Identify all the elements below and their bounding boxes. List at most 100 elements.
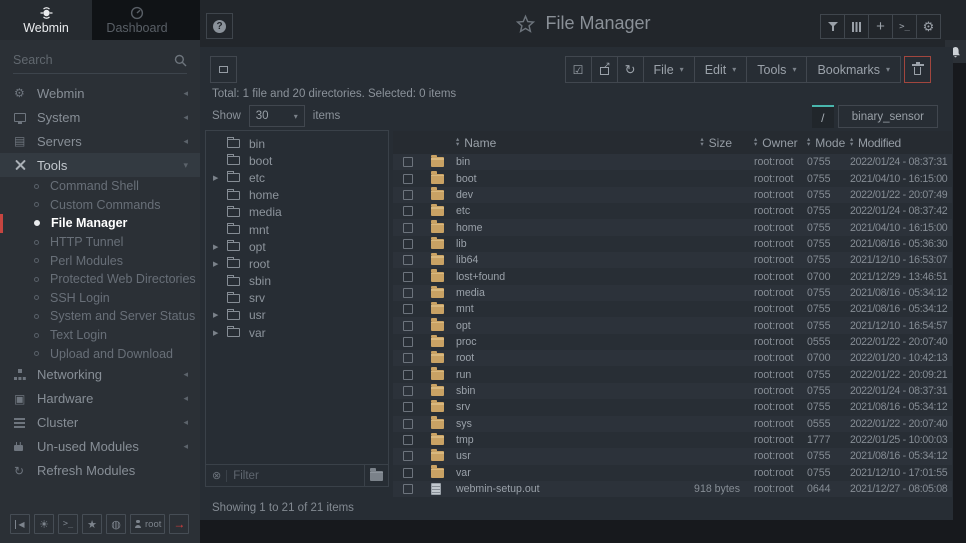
sidebar-item-refresh-modules[interactable]: ↻ Refresh Modules [0,459,200,483]
file-name[interactable]: proc [456,336,664,348]
paste-export-button[interactable] [591,56,618,83]
file-name[interactable]: lost+found [456,271,664,283]
sidebar-item-system-and-server-status[interactable]: System and Server Status [0,307,200,326]
expand-arrow-icon[interactable]: ▶ [213,260,227,268]
row-checkbox[interactable] [403,223,413,233]
file-name[interactable]: var [456,467,664,479]
menu-bookmarks[interactable]: Bookmarks▾ [806,56,901,83]
theme-brightness-button[interactable]: ☀ [34,514,54,534]
row-checkbox[interactable] [403,206,413,216]
row-checkbox[interactable] [403,272,413,282]
file-name[interactable]: boot [456,173,664,185]
sidebar-item-system[interactable]: System ◂ [0,105,200,129]
select-all-button[interactable]: ☑ [565,56,592,83]
sidebar-item-text-login[interactable]: Text Login [0,326,200,345]
table-row[interactable]: optroot:root07552021/12/10 - 16:54:57 [393,317,952,333]
row-checkbox[interactable] [403,386,413,396]
row-checkbox[interactable] [403,402,413,412]
settings-button[interactable]: ⚙ [916,14,941,39]
row-checkbox[interactable] [403,370,413,380]
menu-file[interactable]: File▾ [643,56,695,83]
table-row[interactable]: libroot:root07552021/08/16 - 05:36:30 [393,236,952,252]
sidebar-item-webmin[interactable]: ⚙ Webmin ◂ [0,81,200,105]
tab-webmin[interactable]: Webmin [0,0,92,40]
row-checkbox[interactable] [403,288,413,298]
row-checkbox[interactable] [403,468,413,478]
file-name[interactable]: sbin [456,385,664,397]
favorites-button[interactable]: ★ [82,514,102,534]
tree-item[interactable]: ▶root [206,255,388,272]
tree-item[interactable]: media [206,204,388,221]
collapse-sidebar-button[interactable]: ◀ [10,514,30,534]
tree-filter-input[interactable] [233,470,364,482]
tree-item[interactable]: ▶opt [206,238,388,255]
search-input[interactable] [13,53,174,67]
table-row[interactable]: sbinroot:root07552022/01/24 - 08:37:31 [393,383,952,399]
tree-item[interactable]: ▶var [206,324,388,341]
file-name[interactable]: root [456,352,664,364]
row-checkbox[interactable] [403,255,413,265]
file-name[interactable]: home [456,222,664,234]
sidebar-item-ssh-login[interactable]: SSH Login [0,289,200,308]
row-checkbox[interactable] [403,321,413,331]
row-checkbox[interactable] [403,419,413,429]
sidebar-item-tools[interactable]: Tools ▾ [0,153,200,177]
table-row[interactable]: varroot:root07552021/12/10 - 17:01:55 [393,465,952,481]
column-header-size[interactable]: ▴▾Size [664,136,754,150]
filter-button[interactable] [820,14,845,39]
table-row[interactable]: rootroot:root07002022/01/20 - 10:42:13 [393,350,952,366]
tree-item[interactable]: boot [206,152,388,169]
breadcrumb-root[interactable]: / [812,105,834,128]
expand-arrow-icon[interactable]: ▶ [213,311,227,319]
expand-arrow-icon[interactable]: ▶ [213,243,227,251]
tree-item[interactable]: bin [206,135,388,152]
table-row[interactable]: runroot:root07552022/01/22 - 20:09:21 [393,366,952,382]
file-name[interactable]: usr [456,450,664,462]
table-row[interactable]: devroot:root07552022/01/22 - 20:07:49 [393,187,952,203]
file-name[interactable]: srv [456,401,664,413]
menu-edit[interactable]: Edit▾ [694,56,748,83]
tab-dashboard[interactable]: Dashboard [92,0,182,40]
sidebar-item-cluster[interactable]: Cluster ◂ [0,411,200,435]
file-name[interactable]: media [456,287,664,299]
sidebar-item-file-manager[interactable]: File Manager [0,214,200,233]
sidebar-item-networking[interactable]: Networking ◂ [0,363,200,387]
table-row[interactable]: srvroot:root07552021/08/16 - 05:34:12 [393,399,952,415]
row-checkbox[interactable] [403,353,413,363]
file-name[interactable]: etc [456,205,664,217]
new-tab-button[interactable]: + [868,14,893,39]
row-checkbox[interactable] [403,304,413,314]
logout-button[interactable]: → [169,514,189,534]
table-row[interactable]: bootroot:root07552021/04/10 - 16:15:00 [393,170,952,186]
tree-item[interactable]: home [206,187,388,204]
table-row[interactable]: homeroot:root07552021/04/10 - 16:15:00 [393,219,952,235]
file-name[interactable]: opt [456,320,664,332]
row-checkbox[interactable] [403,174,413,184]
file-name[interactable]: bin [456,156,664,168]
table-row[interactable]: procroot:root05552022/01/22 - 20:07:40 [393,334,952,350]
file-name[interactable]: lib64 [456,254,664,266]
table-row[interactable]: webmin-setup.out918 bytesroot:root064420… [393,481,952,497]
tree-item[interactable]: srv [206,290,388,307]
table-row[interactable]: tmproot:root17772022/01/25 - 10:00:03 [393,432,952,448]
table-row[interactable]: lib64root:root07552021/12/10 - 16:53:07 [393,252,952,268]
clear-filter-icon[interactable]: ⊗ [212,469,221,482]
table-row[interactable]: mediaroot:root07552021/08/16 - 05:34:12 [393,285,952,301]
table-row[interactable]: usrroot:root07552021/08/16 - 05:34:12 [393,448,952,464]
table-row[interactable]: sysroot:root05552022/01/22 - 20:07:40 [393,416,952,432]
clone-tab-button[interactable] [210,56,237,83]
file-name[interactable]: mnt [456,303,664,315]
row-checkbox[interactable] [403,451,413,461]
tree-item[interactable]: mnt [206,221,388,238]
sidebar-item-hardware[interactable]: ▣ Hardware ◂ [0,387,200,411]
sidebar-item-unused-modules[interactable]: Un-used Modules ◂ [0,435,200,459]
columns-button[interactable] [844,14,869,39]
trash-button[interactable] [904,56,931,83]
column-header-modified[interactable]: ▴▾Modified [850,136,952,150]
file-name[interactable]: webmin-setup.out [456,483,664,495]
terminal-button[interactable]: >_ [892,14,917,39]
sidebar-item-servers[interactable]: ▤ Servers ◂ [0,129,200,153]
row-checkbox[interactable] [403,157,413,167]
file-name[interactable]: lib [456,238,664,250]
file-name[interactable]: tmp [456,434,664,446]
